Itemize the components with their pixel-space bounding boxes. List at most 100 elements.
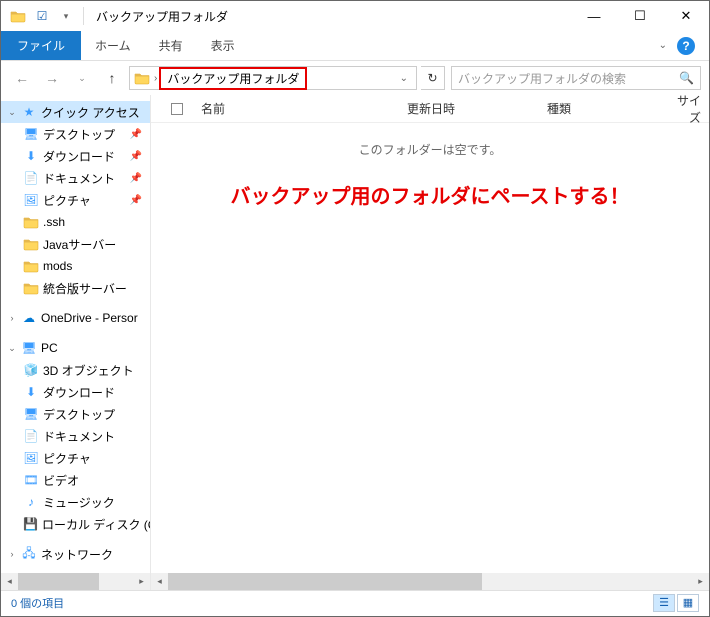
qat-dropdown-icon[interactable]: ▾ (55, 5, 77, 27)
folder-icon (23, 280, 39, 296)
folder-icon (23, 214, 39, 230)
address-dropdown-icon[interactable]: ⌄ (396, 73, 412, 84)
refresh-button[interactable]: ↻ (421, 66, 445, 90)
search-icon: 🔍 (679, 71, 694, 85)
picture-icon: 🖼 (23, 192, 39, 208)
document-icon: 📄 (23, 428, 39, 444)
pin-icon: 📌 (130, 129, 142, 140)
scroll-thumb[interactable] (168, 573, 482, 590)
address-bar[interactable]: › バックアップ用フォルダ ⌄ (129, 66, 417, 90)
tree-quick-access[interactable]: ⌄ ★ クイック アクセス (1, 101, 150, 123)
disk-icon: 💾 (23, 516, 38, 532)
maximize-button[interactable]: ☐ (617, 1, 663, 31)
chevron-right-icon[interactable]: › (7, 313, 17, 323)
folder-icon (134, 71, 150, 85)
title-bar: ☑ ▾ バックアップ用フォルダ — ☐ ✕ (1, 1, 709, 31)
window-controls: — ☐ ✕ (571, 1, 709, 31)
tree-item-pc-desktop[interactable]: 🖥 デスクトップ (1, 403, 150, 425)
item-count: 0 個の項目 (11, 595, 64, 611)
scroll-right-icon[interactable]: ▸ (133, 573, 150, 590)
column-size[interactable]: サイズ (659, 92, 709, 126)
content-pane: 名前 更新日時 種類 サイズ このフォルダーは空です。 バックアップ用のフォルダ… (151, 95, 709, 590)
cloud-icon: ☁ (21, 310, 37, 326)
pin-icon: 📌 (130, 173, 142, 184)
home-tab[interactable]: ホーム (81, 31, 145, 60)
qat-save-icon[interactable]: ☑ (31, 5, 53, 27)
up-button[interactable]: ↑ (99, 65, 125, 91)
pc-icon: 🖥 (21, 340, 37, 356)
forward-button[interactable]: → (39, 65, 65, 91)
status-bar: 0 個の項目 ☰ ▦ (1, 590, 709, 614)
column-type[interactable]: 種類 (539, 100, 659, 117)
tree-item-pc-pictures[interactable]: 🖼 ピクチャ (1, 447, 150, 469)
folder-icon (7, 5, 29, 27)
tree-item-ssh[interactable]: .ssh (1, 211, 150, 233)
select-all-checkbox[interactable] (171, 103, 183, 115)
folder-icon (23, 236, 39, 252)
chevron-down-icon[interactable]: ⌄ (7, 107, 17, 118)
tree-item-java[interactable]: Javaサーバー (1, 233, 150, 255)
chevron-right-icon[interactable]: › (152, 73, 159, 84)
ribbon-expand-icon[interactable]: ⌄ (659, 40, 667, 51)
empty-folder-message: このフォルダーは空です。 (151, 123, 709, 158)
separator (83, 7, 84, 25)
tree-item-desktop[interactable]: 🖥 デスクトップ 📌 (1, 123, 150, 145)
download-icon: ⬇ (23, 384, 39, 400)
details-view-button[interactable]: ☰ (653, 594, 675, 612)
tree-item-documents[interactable]: 📄 ドキュメント 📌 (1, 167, 150, 189)
desktop-icon: 🖥 (23, 126, 39, 142)
tree-item-pc-music[interactable]: ♪ ミュージック (1, 491, 150, 513)
tree-item-downloads[interactable]: ⬇ ダウンロード 📌 (1, 145, 150, 167)
tree-item-pc-downloads[interactable]: ⬇ ダウンロード (1, 381, 150, 403)
back-button[interactable]: ← (9, 65, 35, 91)
share-tab[interactable]: 共有 (145, 31, 197, 60)
recent-dropdown[interactable]: ⌄ (69, 65, 95, 91)
chevron-right-icon[interactable]: › (7, 549, 17, 559)
tree-item-bedrock[interactable]: 統合版サーバー (1, 277, 150, 299)
file-tab[interactable]: ファイル (1, 31, 81, 60)
folder-icon (23, 258, 39, 274)
scroll-thumb[interactable] (18, 573, 99, 590)
tree-item-3d[interactable]: 🧊 3D オブジェクト (1, 359, 150, 381)
music-icon: ♪ (23, 494, 39, 510)
scroll-right-icon[interactable]: ▸ (692, 573, 709, 590)
tree-network[interactable]: › 🖧 ネットワーク (1, 543, 150, 565)
tree-item-pc-disk[interactable]: 💾 ローカル ディスク (C (1, 513, 150, 535)
tree-item-pictures[interactable]: 🖼 ピクチャ 📌 (1, 189, 150, 211)
ribbon-right: ⌄ ? (659, 31, 709, 60)
star-icon: ★ (21, 104, 37, 120)
3d-icon: 🧊 (23, 362, 39, 378)
picture-icon: 🖼 (23, 450, 39, 466)
search-placeholder: バックアップ用フォルダの検索 (458, 70, 679, 87)
window-title: バックアップ用フォルダ (90, 8, 228, 25)
scroll-left-icon[interactable]: ◂ (151, 573, 168, 590)
view-mode-buttons: ☰ ▦ (653, 594, 699, 612)
icons-view-button[interactable]: ▦ (677, 594, 699, 612)
quick-access-toolbar: ☑ ▾ (1, 5, 77, 27)
search-input[interactable]: バックアップ用フォルダの検索 🔍 (451, 66, 701, 90)
tree-pc[interactable]: ⌄ 🖥 PC (1, 337, 150, 359)
nav-scrollbar[interactable]: ◂ ▸ (1, 573, 150, 590)
document-icon: 📄 (23, 170, 39, 186)
tree-item-pc-videos[interactable]: 🎞 ビデオ (1, 469, 150, 491)
ribbon-tabs: ファイル ホーム 共有 表示 ⌄ ? (1, 31, 709, 61)
download-icon: ⬇ (23, 148, 39, 164)
address-row: ← → ⌄ ↑ › バックアップ用フォルダ ⌄ ↻ バックアップ用フォルダの検索… (1, 61, 709, 95)
video-icon: 🎞 (23, 472, 39, 488)
view-tab[interactable]: 表示 (197, 31, 249, 60)
tree-onedrive[interactable]: › ☁ OneDrive - Persor (1, 307, 150, 329)
scroll-left-icon[interactable]: ◂ (1, 573, 18, 590)
help-icon[interactable]: ? (677, 37, 695, 55)
network-icon: 🖧 (21, 546, 37, 562)
minimize-button[interactable]: — (571, 1, 617, 31)
close-button[interactable]: ✕ (663, 1, 709, 31)
pin-icon: 📌 (130, 195, 142, 206)
column-name[interactable]: 名前 (193, 100, 399, 117)
breadcrumb-current[interactable]: バックアップ用フォルダ (159, 67, 307, 90)
content-scrollbar[interactable]: ◂ ▸ (151, 573, 709, 590)
column-date[interactable]: 更新日時 (399, 100, 539, 117)
tree-item-mods[interactable]: mods (1, 255, 150, 277)
chevron-down-icon[interactable]: ⌄ (7, 343, 17, 354)
tree-item-pc-documents[interactable]: 📄 ドキュメント (1, 425, 150, 447)
column-header: 名前 更新日時 種類 サイズ (151, 95, 709, 123)
